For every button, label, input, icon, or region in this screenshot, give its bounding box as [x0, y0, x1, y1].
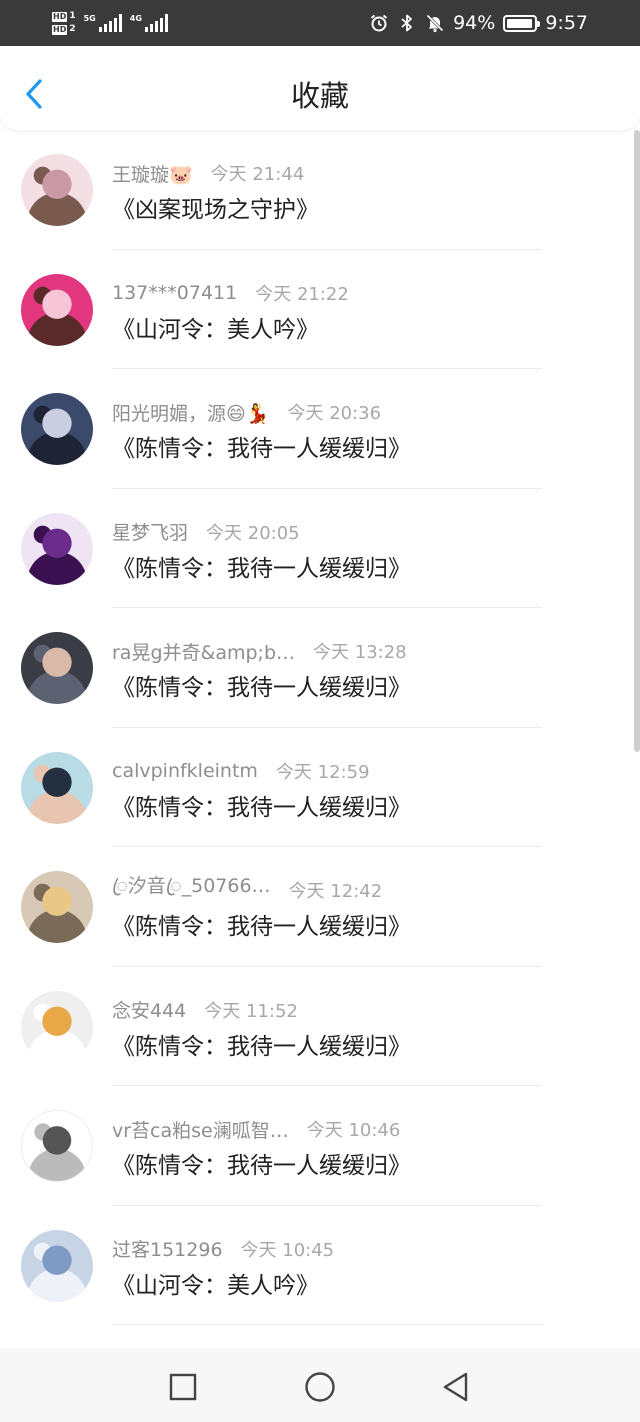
avatar[interactable] — [21, 1229, 93, 1302]
timestamp: 今天 21:44 — [210, 164, 305, 185]
timestamp: 今天 20:36 — [287, 403, 382, 424]
item-meta: vr苔ca粕se澜呱智… 今天 10:46 — [112, 1114, 400, 1144]
timestamp: 今天 12:42 — [288, 881, 383, 902]
page-title: 收藏 — [290, 79, 349, 113]
work-title[interactable]: 《凶案现场之守护》 — [112, 190, 319, 224]
status-bar: HD 1 HD 2 5G 4G 94% 9:57 — [0, 0, 640, 46]
bluetooth-icon — [401, 14, 412, 32]
user-name[interactable]: 过客151296 — [112, 1235, 223, 1262]
timestamp: 今天 10:46 — [306, 1120, 401, 1141]
triangle-back-icon — [443, 1372, 468, 1402]
work-title[interactable]: 《陈情令：我待一人缓缓归》 — [112, 1146, 411, 1180]
avatar[interactable] — [21, 990, 93, 1063]
timestamp: 今天 20:05 — [206, 522, 300, 544]
signal-2-icon: 4G — [130, 14, 168, 32]
user-name[interactable]: ra晃g并奇&amp;b… — [112, 638, 295, 665]
battery-icon — [503, 14, 541, 32]
list-item[interactable]: ra晃g并奇&amp;b… 今天 13:28 《陈情令：我待一人缓缓归》 — [0, 608, 632, 728]
battery-percent: 94% — [453, 12, 496, 34]
work-title[interactable]: 《陈情令：我待一人缓缓归》 — [112, 907, 411, 941]
list-item[interactable]: 过客151296 今天 10:45 《山河令：美人吟》 — [0, 1206, 632, 1325]
timestamp: 今天 12:59 — [275, 761, 370, 783]
signal-1-icon: 5G — [84, 14, 122, 32]
user-name[interactable]: 王璇璇🐷 — [112, 160, 193, 187]
avatar[interactable] — [21, 871, 93, 943]
item-meta: 137***07411 今天 21:22 — [112, 278, 349, 308]
battery-fill — [507, 18, 532, 28]
home-button[interactable] — [302, 1369, 338, 1405]
alarm-icon — [370, 14, 388, 32]
user-name[interactable]: vr苔ca粕se澜呱智… — [112, 1116, 289, 1143]
avatar[interactable] — [21, 632, 93, 704]
system-nav-bar — [0, 1348, 640, 1422]
list-item[interactable]: 星梦飞羽 今天 20:05 《陈情令：我待一人缓缓归》 — [0, 489, 632, 608]
sim2-badge: HD 2 — [52, 24, 76, 35]
scrollbar[interactable] — [634, 130, 640, 752]
avatar[interactable] — [21, 393, 93, 465]
favorites-list[interactable]: 王璇璇🐷 今天 21:44 《凶案现场之守护》 137***07411 今天 21:22… — [0, 130, 632, 1348]
sim1-badge: HD 1 — [52, 11, 76, 22]
timestamp: 今天 11:52 — [204, 1000, 298, 1022]
user-name[interactable]: ꦿ汐音ꦿ_50766… — [112, 871, 271, 910]
list-item[interactable]: 阳光明媚，源😄💃 今天 20:36 《陈情令：我待一人缓缓归》 — [0, 369, 632, 489]
top-bar: 收藏 — [0, 46, 640, 130]
work-title[interactable]: 《山河令：美人吟》 — [112, 1266, 319, 1300]
item-meta: calvpinfkleintm 今天 12:59 — [112, 756, 370, 786]
square-icon — [169, 1373, 197, 1401]
item-meta: 过客151296 今天 10:45 — [112, 1234, 334, 1264]
work-title[interactable]: 《陈情令：我待一人缓缓归》 — [112, 668, 411, 702]
divider — [112, 1324, 542, 1325]
list-item[interactable]: 念安444 今天 11:52 《陈情令：我待一人缓缓归》 — [0, 967, 632, 1086]
avatar[interactable] — [21, 751, 93, 824]
user-name[interactable]: 阳光明媚，源😄💃 — [112, 399, 269, 426]
user-name[interactable]: 137***07411 — [112, 282, 237, 304]
recent-apps-button[interactable] — [165, 1369, 201, 1405]
back-nav-button[interactable] — [437, 1369, 473, 1405]
item-meta: 王璇璇🐷 今天 21:44 — [112, 158, 304, 188]
mute-icon — [426, 14, 444, 33]
status-right: 94% 9:57 — [369, 0, 588, 46]
list-item[interactable]: calvpinfkleintm 今天 12:59 《陈情令：我待一人缓缓归》 — [0, 728, 632, 847]
item-meta: 星梦飞羽 今天 20:05 — [112, 517, 300, 547]
timestamp: 今天 13:28 — [313, 642, 407, 663]
item-meta: ra晃g并奇&amp;b… 今天 13:28 — [112, 636, 407, 666]
item-meta: ꦿ汐音ꦿ_50766… 今天 12:42 — [112, 875, 382, 905]
circle-icon — [305, 1372, 335, 1402]
user-name[interactable]: 念安444 — [112, 996, 186, 1023]
list-item[interactable]: ꦿ汐音ꦿ_50766… 今天 12:42 《陈情令：我待一人缓缓归》 — [0, 847, 632, 967]
avatar[interactable] — [21, 154, 93, 226]
list-item[interactable]: 王璇璇🐷 今天 21:44 《凶案现场之守护》 — [0, 130, 632, 250]
work-title[interactable]: 《陈情令：我待一人缓缓归》 — [112, 429, 411, 463]
signal-group: HD 1 HD 2 5G 4G — [52, 6, 168, 40]
avatar[interactable] — [21, 273, 93, 346]
work-title[interactable]: 《山河令：美人吟》 — [112, 310, 319, 344]
timestamp: 今天 10:45 — [240, 1239, 335, 1261]
timestamp: 今天 21:22 — [255, 283, 349, 305]
user-name[interactable]: 星梦飞羽 — [112, 518, 188, 545]
list-item[interactable]: vr苔ca粕se澜呱智… 今天 10:46 《陈情令：我待一人缓缓归》 — [0, 1086, 632, 1206]
clock: 9:57 — [545, 12, 588, 34]
item-meta: 阳光明媚，源😄💃 今天 20:36 — [112, 397, 381, 427]
item-meta: 念安444 今天 11:52 — [112, 995, 298, 1025]
avatar[interactable] — [21, 1110, 93, 1182]
user-name[interactable]: calvpinfkleintm — [112, 760, 258, 782]
work-title[interactable]: 《陈情令：我待一人缓缓归》 — [112, 788, 411, 822]
work-title[interactable]: 《陈情令：我待一人缓缓归》 — [112, 1027, 411, 1061]
list-item[interactable]: 137***07411 今天 21:22 《山河令：美人吟》 — [0, 250, 632, 369]
work-title[interactable]: 《陈情令：我待一人缓缓归》 — [112, 549, 411, 583]
avatar[interactable] — [21, 512, 93, 585]
